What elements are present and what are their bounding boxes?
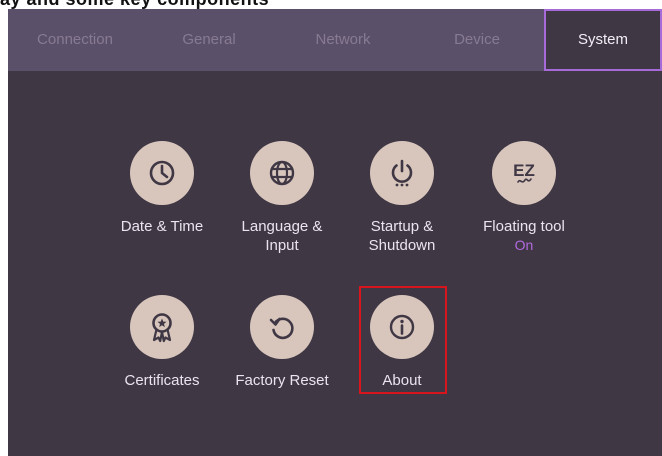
- date-time-tile[interactable]: Date & Time: [102, 141, 222, 236]
- settings-screen: Connection General Network Device System…: [8, 9, 662, 456]
- floating-tool-status: On: [514, 237, 534, 253]
- clock-icon: [130, 141, 194, 205]
- document-header-fragment: ay and some key components: [0, 0, 662, 9]
- reset-icon: [250, 295, 314, 359]
- floating-tool-label: Floating tool: [483, 218, 565, 235]
- tab-general[interactable]: General: [142, 9, 276, 71]
- factory-reset-tile[interactable]: Factory Reset: [222, 295, 342, 390]
- language-input-tile[interactable]: Language & Input: [222, 141, 342, 255]
- tab-connection[interactable]: Connection: [8, 9, 142, 71]
- startup-shutdown-tile[interactable]: Startup & Shutdown: [342, 141, 462, 255]
- tab-system[interactable]: System: [544, 9, 662, 71]
- factory-reset-label: Factory Reset: [235, 372, 329, 389]
- settings-tab-bar: Connection General Network Device System: [8, 9, 662, 71]
- power-icon: [370, 141, 434, 205]
- startup-shutdown-label: Startup & Shutdown: [368, 218, 436, 254]
- date-time-label: Date & Time: [120, 218, 204, 235]
- certificates-label: Certificates: [124, 372, 200, 389]
- certificate-icon: [130, 295, 194, 359]
- cut-header-text: ay and some key components: [0, 0, 269, 9]
- about-highlight-box: [359, 286, 447, 394]
- floating-tool-tile[interactable]: EZ Floating tool On: [464, 141, 584, 254]
- ez-icon: EZ: [492, 141, 556, 205]
- globe-icon: [250, 141, 314, 205]
- svg-text:EZ: EZ: [513, 161, 535, 180]
- certificates-tile[interactable]: Certificates: [102, 295, 222, 390]
- language-input-label: Language & Input: [241, 218, 323, 254]
- tab-network[interactable]: Network: [276, 9, 410, 71]
- tab-device[interactable]: Device: [410, 9, 544, 71]
